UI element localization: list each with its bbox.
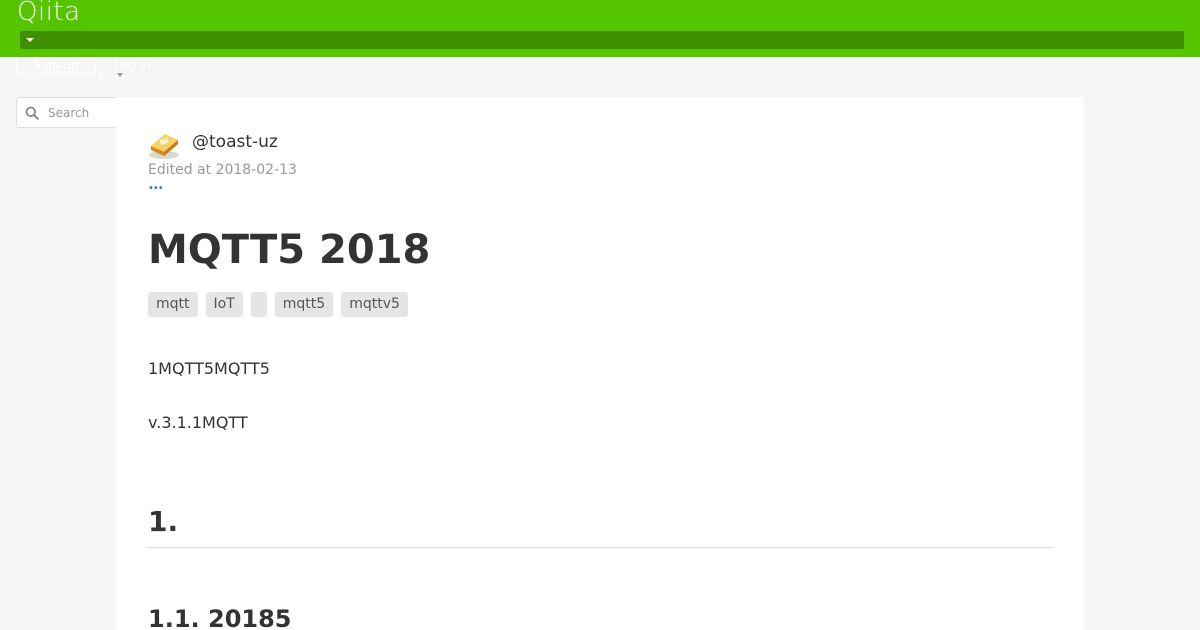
tag-item[interactable]: mqttv5 [341,292,408,317]
tag-item[interactable]: IoT [205,292,243,317]
qiita-logo[interactable]: Qiita [17,0,81,27]
chevron-down-icon[interactable] [117,73,123,77]
article-paragraph: 1MQTT5MQTT5 [148,359,270,378]
tag-item[interactable] [250,292,267,317]
tag-list: mqtt IoT mqtt5 mqttv5 [148,292,408,317]
tag-item[interactable]: mqtt [148,292,198,317]
more-options-icon[interactable]: ••• [148,184,164,194]
top-navbar: Qiita [0,0,1200,57]
tag-item[interactable]: mqtt5 [274,292,334,317]
search-icon [25,106,39,120]
header-menu-bar[interactable] [20,31,1184,49]
author-link[interactable]: @toast-uz [192,132,278,152]
heading-divider [148,547,1052,548]
edited-date: Edited at 2018-02-13 [148,162,297,178]
article-title: MQTT5 2018 [148,227,431,273]
author-avatar[interactable] [147,128,181,160]
subsection-heading: 1.1. 20185 [148,605,292,630]
section-heading: 1. [148,505,179,538]
caret-down-icon[interactable] [26,38,34,42]
login-link[interactable]: Log in [114,58,150,73]
article-paragraph: v.3.1.1MQTT [148,413,248,432]
community-menu[interactable]: Community [41,67,105,81]
